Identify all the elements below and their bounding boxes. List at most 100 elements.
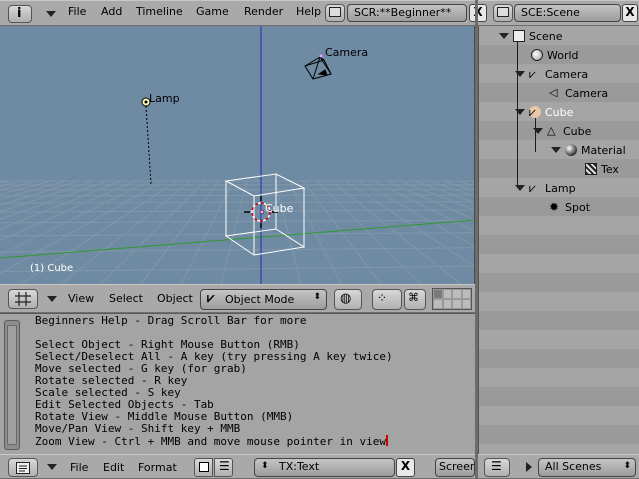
- outliner[interactable]: Scene World ⩗ Camera ◁ Camera ⩗ Cube △ C…: [478, 26, 639, 454]
- fullscreen-toggle[interactable]: [194, 458, 213, 477]
- object-icon: ⩗: [529, 67, 536, 81]
- collapse-menu-icon[interactable]: [46, 11, 56, 17]
- outliner-item-spot[interactable]: ✹ Spot: [549, 199, 590, 215]
- 3d-viewport[interactable]: Camera Lamp Cube (1) Cube: [0, 26, 475, 284]
- outliner-item-texture[interactable]: Tex: [585, 161, 619, 177]
- outliner-label: Camera: [545, 67, 589, 81]
- menu-help[interactable]: Help: [296, 5, 321, 18]
- scene-name-field[interactable]: SCE:Scene: [514, 4, 621, 22]
- scene-icon: [497, 7, 509, 17]
- text-scrollbar[interactable]: [4, 320, 20, 450]
- text-editor[interactable]: Beginners Help - Drag Scroll Bar for mor…: [0, 313, 475, 454]
- info-menu-button[interactable]: i: [8, 5, 32, 23]
- outliner-item-world[interactable]: World: [531, 47, 579, 63]
- lamp-icon: ✹: [549, 200, 560, 214]
- text-header-collapse-icon[interactable]: [47, 464, 57, 470]
- menu-object[interactable]: Object: [157, 292, 193, 305]
- texture-icon: [585, 163, 597, 175]
- outliner-label: Cube: [545, 105, 574, 119]
- outliner-item-cube[interactable]: ⩗ Cube: [515, 104, 573, 120]
- active-object-status: (1) Cube: [30, 263, 74, 274]
- layer-buttons[interactable]: [432, 288, 472, 310]
- screen-plugin-button[interactable]: Screen: [435, 458, 475, 477]
- text-editor-icon: [16, 462, 30, 474]
- screen-delete-button[interactable]: X: [469, 4, 487, 22]
- text-updown-icon: ⬍: [261, 461, 269, 471]
- menu-file[interactable]: File: [68, 5, 86, 18]
- object-icon: ⩗: [529, 181, 536, 195]
- outliner-item-cube-mesh[interactable]: △ Cube: [533, 123, 591, 139]
- outliner-item-lamp[interactable]: ⩗ Lamp: [515, 180, 576, 196]
- outliner-label: Material: [581, 143, 626, 157]
- layer-button[interactable]: [433, 299, 443, 309]
- text-line: Move/Pan View - Shift key + MMB: [35, 422, 241, 435]
- object-mode-icon: ⩗: [207, 291, 215, 306]
- outliner-item-camera-data[interactable]: ◁ Camera: [549, 85, 608, 101]
- screen-name-field[interactable]: SCR:**Beginner**: [347, 4, 467, 22]
- scrollbar-thumb[interactable]: [7, 325, 17, 445]
- text-content[interactable]: Beginners Help - Drag Scroll Bar for mor…: [35, 315, 393, 448]
- menu-render[interactable]: Render: [244, 5, 283, 18]
- expand-icon[interactable]: [515, 185, 525, 191]
- grid-icon: [15, 292, 31, 306]
- layer-button[interactable]: [461, 299, 471, 309]
- material-icon: [565, 144, 577, 156]
- header-collapse-icon[interactable]: [47, 296, 57, 302]
- expand-icon[interactable]: [515, 109, 525, 115]
- top-header: i File Add Timeline Game Render Help SCR…: [0, 0, 639, 26]
- menu-view[interactable]: View: [68, 292, 94, 305]
- expand-icon[interactable]: [551, 147, 561, 153]
- pivot-button[interactable]: ⁘: [372, 289, 402, 310]
- text-unlink-button[interactable]: X: [396, 458, 415, 477]
- line-numbers-toggle[interactable]: ☰: [214, 458, 233, 477]
- layer-button[interactable]: [433, 289, 443, 299]
- menu-add[interactable]: Add: [101, 5, 122, 18]
- outliner-header: ☰ All Scenes ⬍: [478, 454, 639, 479]
- menu-text-format[interactable]: Format: [138, 461, 177, 474]
- scene-browse-button[interactable]: [493, 4, 513, 22]
- layer-button[interactable]: [442, 289, 452, 299]
- updown-icon: ⬍: [313, 292, 321, 302]
- menu-timeline[interactable]: Timeline: [136, 5, 183, 18]
- layer-button[interactable]: [461, 289, 471, 299]
- draw-type-button[interactable]: ◍: [334, 289, 362, 310]
- layer-button[interactable]: [452, 289, 462, 299]
- world-icon: [531, 49, 543, 61]
- menu-game[interactable]: Game: [196, 5, 229, 18]
- pivot-icon: ⁘: [377, 291, 388, 305]
- scene-delete-button[interactable]: X: [622, 4, 638, 22]
- text-cursor: [386, 435, 388, 446]
- layer-button[interactable]: [442, 299, 452, 309]
- outliner-label: Camera: [565, 86, 609, 100]
- expand-icon[interactable]: [515, 71, 525, 77]
- outliner-collapse-icon[interactable]: [526, 462, 532, 472]
- menu-text-edit[interactable]: Edit: [103, 461, 124, 474]
- mesh-icon: △: [547, 124, 556, 137]
- info-icon: i: [17, 6, 22, 21]
- outliner-type-button[interactable]: ☰: [484, 458, 510, 477]
- camera-origin: [319, 54, 323, 58]
- text-browse-field[interactable]: ⬍ TX:Text: [254, 458, 395, 477]
- fullscreen-icon: [199, 462, 209, 472]
- editor-type-button[interactable]: [8, 289, 38, 309]
- lamp-label: Lamp: [149, 92, 180, 105]
- cube-label: Cube: [265, 202, 294, 215]
- manipulator-icon: ⌘: [408, 291, 419, 304]
- outliner-item-material[interactable]: Material: [551, 142, 626, 158]
- text-editor-type-button[interactable]: [8, 458, 38, 477]
- screen-browse-button[interactable]: [325, 4, 345, 22]
- outliner-display-select[interactable]: All Scenes ⬍: [538, 458, 636, 477]
- outliner-icon: ☰: [491, 459, 502, 473]
- expand-icon[interactable]: [499, 33, 509, 39]
- viewport-canvas: [0, 26, 474, 284]
- outliner-item-camera[interactable]: ⩗ Camera: [515, 66, 588, 82]
- expand-icon[interactable]: [533, 128, 543, 134]
- menu-text-file[interactable]: File: [70, 461, 88, 474]
- outliner-item-scene[interactable]: Scene: [499, 28, 563, 44]
- text-name: TX:Text: [279, 460, 320, 473]
- manipulator-toggle[interactable]: ⌘: [404, 289, 426, 310]
- layer-button[interactable]: [452, 299, 462, 309]
- mode-select[interactable]: ⩗ Object Mode ⬍: [200, 289, 327, 310]
- menu-select[interactable]: Select: [109, 292, 143, 305]
- outliner-label: Tex: [601, 162, 619, 176]
